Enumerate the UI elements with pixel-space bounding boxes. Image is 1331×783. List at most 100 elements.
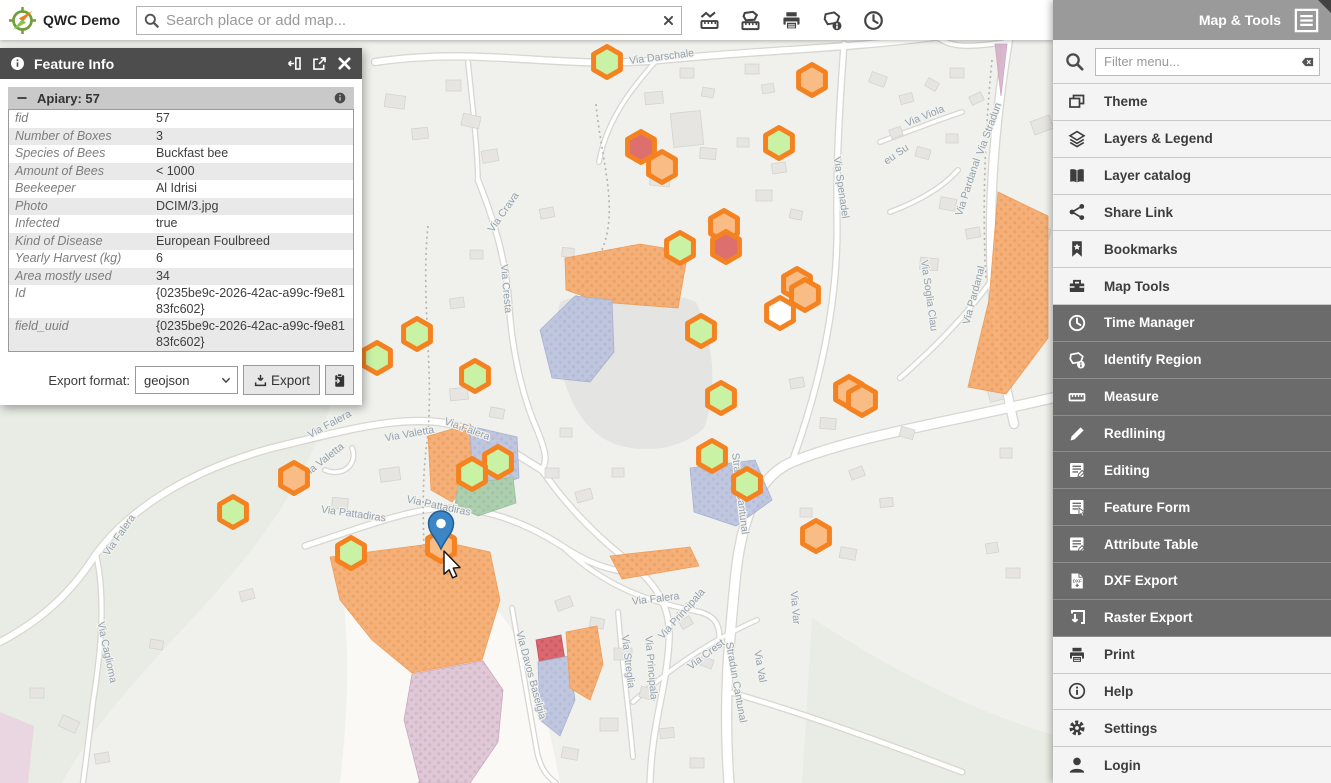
sidebar-item-label: Identify Region (1104, 352, 1202, 367)
sidebar-item-attribute-table[interactable]: Attribute Table (1053, 526, 1331, 563)
sidebar-item-redlining[interactable]: Redlining (1053, 416, 1331, 453)
feature-section-header[interactable]: Apiary: 57 (8, 87, 354, 109)
sidebar-item-time-manager[interactable]: Time Manager (1053, 305, 1331, 342)
export-button[interactable]: Export (243, 365, 320, 395)
print-icon (1067, 645, 1087, 665)
sidebar-item-login[interactable]: Login (1053, 747, 1331, 783)
apiary-marker[interactable] (849, 385, 876, 416)
apiary-marker[interactable] (462, 361, 489, 392)
sidebar-item-label: Attribute Table (1104, 537, 1198, 552)
search-input[interactable] (164, 11, 656, 30)
apiary-marker[interactable] (799, 65, 826, 96)
sidebar-item-label: Raster Export (1104, 610, 1193, 625)
info-icon (9, 55, 26, 72)
search-clear-icon[interactable] (662, 14, 675, 27)
copy-to-clipboard-button[interactable] (325, 365, 354, 395)
sidebar-item-raster-export[interactable]: Raster Export (1053, 600, 1331, 637)
apiary-marker[interactable] (688, 316, 715, 347)
sidebar-item-label: Redlining (1104, 426, 1166, 441)
sidebar-item-print[interactable]: Print (1053, 637, 1331, 674)
dxf-icon: DXF (1067, 571, 1087, 591)
time-manager-icon[interactable] (860, 7, 886, 33)
sidebar-item-editing[interactable]: Editing (1053, 452, 1331, 489)
menu-toggle-button[interactable] (1294, 8, 1319, 33)
feature-attribute-row: Infectedtrue (9, 215, 354, 233)
attribute-label: fid (9, 110, 150, 128)
apiary-marker[interactable] (404, 319, 431, 350)
sidebar-item-label: Print (1104, 647, 1135, 662)
apiary-marker[interactable] (485, 447, 512, 478)
share-icon (1067, 202, 1087, 222)
pencil-icon (1067, 424, 1087, 444)
sidebar-item-identify-region[interactable]: Identify Region (1053, 342, 1331, 379)
editing-icon (1067, 460, 1087, 480)
feature-attribute-row: Number of Boxes3 (9, 128, 354, 146)
apiary-marker[interactable] (649, 152, 676, 183)
sidebar-item-layers-legend[interactable]: Layers & Legend (1053, 121, 1331, 158)
sidebar-title: Map & Tools (1199, 12, 1281, 28)
identify-icon (1067, 350, 1087, 370)
sidebar-item-help[interactable]: Help (1053, 674, 1331, 711)
sidebar-item-dxf-export[interactable]: DXFDXF Export (1053, 563, 1331, 600)
raster-icon (1067, 608, 1087, 628)
apiary-marker[interactable] (767, 298, 794, 329)
sidebar-item-theme[interactable]: Theme (1053, 84, 1331, 121)
attribute-label: Id (9, 285, 150, 318)
maximize-icon[interactable] (311, 55, 328, 72)
export-row: Export format: geojson Export (8, 365, 354, 395)
feature-attribute-row: Area mostly used34 (9, 268, 354, 286)
apiary-marker[interactable] (713, 232, 740, 263)
sidebar-item-map-tools[interactable]: Map Tools (1053, 268, 1331, 305)
sidebar-item-label: Login (1104, 758, 1141, 773)
print-icon[interactable] (778, 7, 804, 33)
attribute-table-icon (1067, 534, 1087, 554)
theme-icon (1067, 92, 1087, 112)
apiary-marker[interactable] (667, 233, 694, 264)
measure-icon (1067, 387, 1087, 407)
sidebar-menu: Theme Layers & LegendLayer catalogShare L… (1053, 84, 1331, 783)
feature-attribute-row: Amount of Bees< 1000 (9, 163, 354, 181)
clipboard-icon (331, 372, 348, 389)
close-icon[interactable] (336, 55, 353, 72)
attribute-label: Amount of Bees (9, 163, 150, 181)
apiary-marker[interactable] (708, 383, 735, 414)
apiary-marker[interactable] (734, 469, 761, 500)
sidebar-item-feature-form[interactable]: Feature Form (1053, 489, 1331, 526)
sidebar-item-label: Measure (1104, 389, 1159, 404)
sidebar-item-layer-catalog[interactable]: Layer catalog (1053, 158, 1331, 195)
measure-line-icon[interactable] (696, 7, 722, 33)
attribute-value: 6 (150, 250, 354, 268)
sidebar-item-settings[interactable]: Settings (1053, 710, 1331, 747)
sidebar-item-label: Theme (1104, 94, 1148, 109)
attribute-info-icon (333, 91, 347, 105)
apiary-marker[interactable] (803, 521, 830, 552)
apiary-marker[interactable] (594, 47, 621, 78)
sidebar-item-bookmarks[interactable]: Bookmarks (1053, 231, 1331, 268)
attribute-value: true (150, 215, 354, 233)
measure-area-icon[interactable] (737, 7, 763, 33)
apiary-marker[interactable] (766, 128, 793, 159)
feature-form-icon (1067, 497, 1087, 517)
feature-info-body: Apiary: 57 fid57Number of Boxes3Species … (0, 79, 362, 405)
feature-info-panel: Feature Info Apiary: 57 fid57Number of B… (0, 48, 362, 405)
help-icon (1067, 681, 1087, 701)
apiary-marker[interactable] (220, 497, 247, 528)
identify-region-icon[interactable] (819, 7, 845, 33)
sidebar-item-share-link[interactable]: Share Link (1053, 195, 1331, 232)
menu-filter-input[interactable] (1095, 48, 1320, 76)
apiary-marker[interactable] (459, 459, 486, 490)
apiary-marker[interactable] (338, 538, 365, 569)
filter-clear-icon[interactable] (1300, 54, 1315, 69)
apiary-marker[interactable] (281, 463, 308, 494)
chevron-down-icon (220, 374, 232, 386)
svg-text:DXF: DXF (1073, 578, 1082, 583)
dock-icon[interactable] (286, 55, 303, 72)
export-format-select[interactable]: geojson (135, 366, 238, 394)
attribute-label: Infected (9, 215, 150, 233)
toolbox-icon (1067, 276, 1087, 296)
sidebar-item-measure[interactable]: Measure (1053, 379, 1331, 416)
apiary-marker[interactable] (364, 343, 391, 374)
feature-attribute-row: Id{0235be9c-2026-42ac-a99c-f9e8183fc602} (9, 285, 354, 318)
apiary-marker[interactable] (699, 441, 726, 472)
sidebar-item-label: Settings (1104, 721, 1157, 736)
